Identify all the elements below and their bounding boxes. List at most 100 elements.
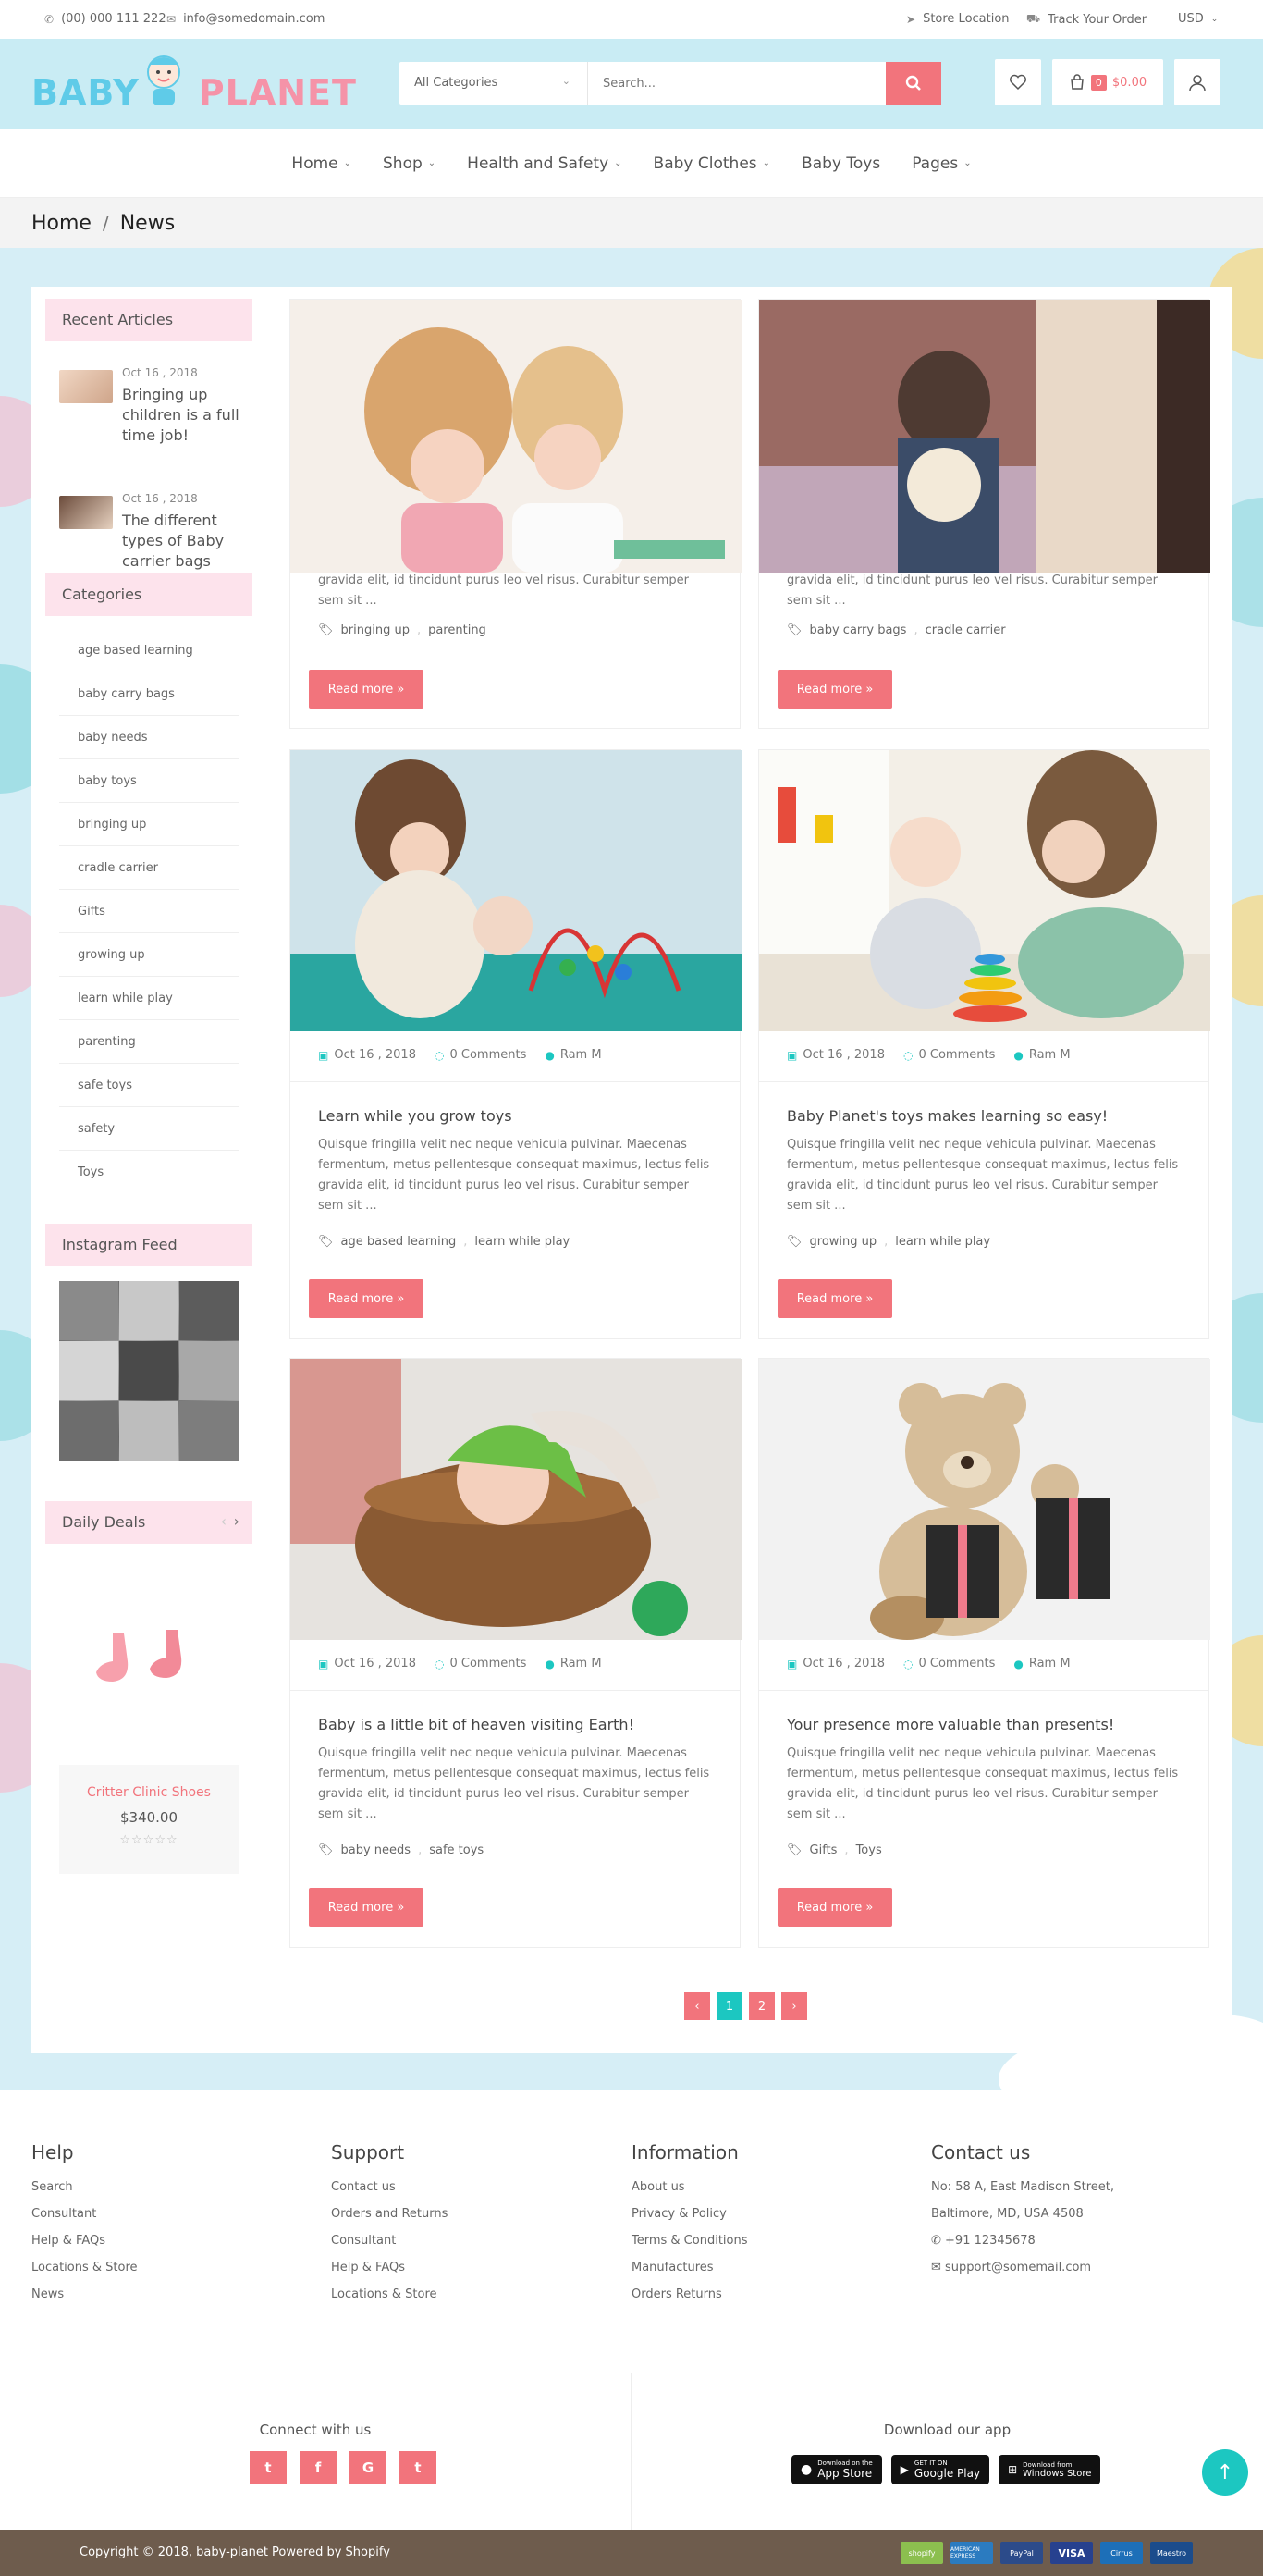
pagination-prev[interactable]: ‹ [684,1992,710,2020]
tag-link[interactable]: learn while play [895,1235,990,1249]
post-image[interactable] [759,300,1210,573]
post-title[interactable]: Your presence more valuable than present… [787,1716,1114,1733]
twitter-icon[interactable]: t [250,2451,287,2484]
post-image[interactable] [290,1359,742,1640]
nav-item-baby-clothes[interactable]: Baby Clothes ⌄ [654,154,770,173]
nav-item-health-and-safety[interactable]: Health and Safety ⌄ [467,154,621,173]
product-image[interactable] [59,1572,239,1748]
chevron-right-icon[interactable]: › [234,1512,239,1530]
footer-link[interactable]: Search [31,2180,138,2207]
track-order-link[interactable]: ⛟ Track Your Order [1026,12,1147,27]
category-select[interactable]: All Categories ⌄ [399,62,588,105]
article-thumbnail[interactable] [59,496,113,529]
footer-link[interactable]: News [31,2287,138,2314]
article-thumbnail[interactable] [59,370,113,403]
footer-link[interactable]: Contact us [331,2180,448,2207]
footer-link[interactable]: Locations & Store [31,2261,138,2287]
breadcrumb-home-link[interactable]: Home [31,212,92,235]
category-link[interactable]: age based learning [59,629,239,672]
category-link[interactable]: Gifts [59,890,239,933]
category-link[interactable]: bringing up [59,803,239,846]
category-link[interactable]: baby carry bags [59,672,239,716]
footer-link[interactable]: Consultant [331,2234,448,2261]
cart-button[interactable]: 0 $0.00 [1052,59,1163,105]
scroll-to-top-button[interactable]: ↑ [1202,2449,1248,2496]
category-link[interactable]: baby needs [59,716,239,759]
category-link[interactable]: safe toys [59,1064,239,1107]
footer-link[interactable]: Help & FAQs [331,2261,448,2287]
tag-link[interactable]: cradle carrier [926,623,1006,637]
footer-link[interactable]: Consultant [31,2207,138,2234]
footer-link[interactable]: Locations & Store [331,2287,448,2314]
product-name[interactable]: Critter Clinic Shoes [59,1785,239,1800]
email-contact[interactable]: ✉ info@somedomain.com [166,12,325,26]
read-more-button[interactable]: Read more » [778,670,892,709]
deal-product-card[interactable]: Critter Clinic Shoes $340.00 ☆☆☆☆☆ [59,1572,239,1874]
tag-link[interactable]: growing up [810,1235,877,1249]
instagram-feed-grid[interactable] [59,1281,239,1461]
post-comments[interactable]: ◌ 0 Comments [435,1657,526,1670]
app-store-badge[interactable]: ● Download on the App Store [791,2455,882,2484]
tag-link[interactable]: Toys [856,1843,882,1857]
category-link[interactable]: cradle carrier [59,846,239,890]
search-input[interactable] [588,62,889,105]
post-title[interactable]: Baby is a little bit of heaven visiting … [318,1716,634,1733]
post-comments[interactable]: ◌ 0 Comments [435,1048,526,1062]
read-more-button[interactable]: Read more » [778,1279,892,1318]
read-more-button[interactable]: Read more » [309,1888,423,1927]
footer-link[interactable]: Orders and Returns [331,2207,448,2234]
article-title[interactable]: Bringing up children is a full time job! [122,385,248,446]
search-button[interactable] [886,62,941,105]
google-play-badge[interactable]: ▶ GET IT ON Google Play [890,2455,990,2484]
read-more-button[interactable]: Read more » [309,670,423,709]
google-plus-icon[interactable]: G [349,2451,386,2484]
post-author[interactable]: ● Ram M [545,1048,601,1062]
category-link[interactable]: learn while play [59,977,239,1020]
tag-link[interactable]: safe toys [429,1843,484,1857]
post-comments[interactable]: ◌ 0 Comments [903,1048,995,1062]
windows-store-badge[interactable]: ⊞ Download from Windows Store [999,2455,1101,2484]
footer-link[interactable]: About us [632,2180,748,2207]
nav-item-pages[interactable]: Pages ⌄ [912,154,971,173]
post-image[interactable] [290,750,742,1031]
phone-contact[interactable]: ✆ (00) 000 111 222 [44,12,166,26]
currency-select[interactable]: USD ⌄ [1178,12,1218,26]
article-title[interactable]: The different types of Baby carrier bags [122,511,248,572]
footer-link[interactable]: Manufactures [632,2261,748,2287]
post-image[interactable] [759,750,1210,1031]
store-location-link[interactable]: ➤ Store Location [906,12,1010,26]
chevron-left-icon[interactable]: ‹ [221,1512,227,1530]
category-link[interactable]: Toys [59,1151,239,1194]
facebook-icon[interactable]: f [300,2451,337,2484]
tumblr-icon[interactable]: t [399,2451,436,2484]
post-image[interactable] [290,300,742,573]
category-link[interactable]: safety [59,1107,239,1151]
tag-link[interactable]: age based learning [341,1235,457,1249]
contact-phone[interactable]: ✆ +91 12345678 [931,2234,1114,2261]
category-link[interactable]: baby toys [59,759,239,803]
footer-link[interactable]: Privacy & Policy [632,2207,748,2234]
account-button[interactable] [1174,59,1220,105]
nav-item-baby-toys[interactable]: Baby Toys [802,154,880,173]
wishlist-button[interactable] [995,59,1041,105]
post-title[interactable]: Baby Planet's toys makes learning so eas… [787,1107,1108,1125]
post-author[interactable]: ● Ram M [545,1657,601,1670]
tag-link[interactable]: parenting [428,623,486,637]
pagination-next[interactable]: › [781,1992,807,2020]
nav-item-shop[interactable]: Shop ⌄ [383,154,435,173]
footer-link[interactable]: Orders Returns [632,2287,748,2314]
recent-article[interactable]: Oct 16 , 2018 The different types of Bab… [59,492,244,575]
category-link[interactable]: parenting [59,1020,239,1064]
post-author[interactable]: ● Ram M [1013,1048,1070,1062]
contact-email[interactable]: ✉ support@somemail.com [931,2261,1114,2287]
tag-link[interactable]: learn while play [474,1235,570,1249]
read-more-button[interactable]: Read more » [778,1888,892,1927]
logo[interactable]: BABY PLANET [31,48,356,122]
footer-link[interactable]: Help & FAQs [31,2234,138,2261]
post-image[interactable] [759,1359,1210,1640]
read-more-button[interactable]: Read more » [309,1279,423,1318]
nav-item-home[interactable]: Home ⌄ [291,154,351,173]
footer-link[interactable]: Terms & Conditions [632,2234,748,2261]
category-link[interactable]: growing up [59,933,239,977]
post-comments[interactable]: ◌ 0 Comments [903,1657,995,1670]
